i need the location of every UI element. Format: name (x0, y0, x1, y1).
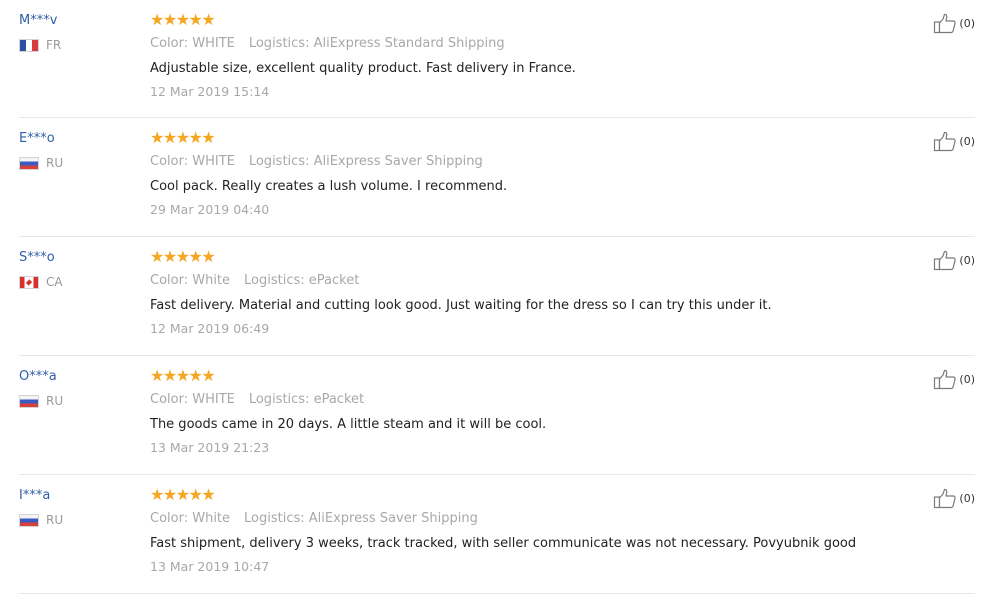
star-rating: ★ ★ ★ ★ ★ (150, 130, 910, 146)
star-rating: ★ ★ ★ ★ ★ (150, 487, 910, 503)
review-date: 12 Mar 2019 15:14 (150, 84, 270, 99)
helpful-button[interactable]: (0) (933, 13, 975, 34)
review-date: 13 Mar 2019 21:23 (150, 440, 270, 455)
helpful-count: (0) (959, 134, 975, 148)
review-meta: Color: WHITE Logistics: AliExpress Saver … (150, 153, 910, 170)
star-icon: ★ (201, 366, 216, 385)
logistics-info: Logistics: AliExpress Standard Shipping (248, 36, 505, 51)
reviewer-country: FR (19, 38, 139, 52)
country-code: RU (46, 156, 64, 170)
product-color: Color: WHITE (150, 392, 235, 407)
helpful-count: (0) (959, 253, 975, 267)
review-text: Cool pack. Really creates a lush volume.… (150, 179, 508, 194)
helpful-count: (0) (959, 491, 975, 505)
star-icon: ★ (201, 128, 216, 147)
helpful-button[interactable]: (0) (933, 131, 975, 152)
helpful-count: (0) (959, 16, 975, 30)
thumbs-up-icon (934, 13, 957, 34)
reviewer-name[interactable]: O***a (19, 368, 139, 385)
reviewer-info: O***a RU (19, 368, 139, 408)
review-item: I***a RU ★ ★ ★ ★ ★ Color: White Logistics: Al… (19, 475, 975, 594)
product-color: Color: WHITE (150, 154, 235, 169)
review-item: S***o CA ★ ★ ★ ★ ★ Color: White Logistics: eP… (19, 237, 975, 356)
review-item: O***a RU ★ ★ ★ ★ ★ Color: WHITE Logistics: eP… (19, 356, 975, 475)
logistics-info: Logistics: AliExpress Saver Shipping (244, 511, 478, 526)
france-flag-icon (19, 38, 39, 52)
review-item: M***v FR ★ ★ ★ ★ ★ Color: WHITE Logistics: Al… (19, 0, 975, 118)
russia-flag-icon (19, 513, 39, 527)
review-text: Adjustable size, excellent quality produ… (150, 61, 576, 76)
country-code: FR (46, 38, 62, 52)
product-color: Color: WHITE (150, 36, 235, 51)
thumbs-up-icon (934, 488, 957, 509)
review-date: 13 Mar 2019 10:47 (150, 559, 270, 574)
reviewer-country: RU (19, 394, 139, 408)
star-icon: ★ (201, 10, 216, 29)
thumbs-up-icon (934, 250, 957, 271)
logistics-info: Logistics: ePacket (244, 273, 360, 288)
reviewer-name[interactable]: S***o (19, 249, 139, 266)
review-content: ★ ★ ★ ★ ★ Color: WHITE Logistics: ePacket The… (150, 368, 910, 456)
review-text: The goods came in 20 days. A little stea… (150, 417, 547, 432)
country-code: CA (46, 275, 63, 289)
canada-flag-icon (19, 275, 39, 289)
review-text: Fast delivery. Material and cutting look… (150, 298, 772, 313)
russia-flag-icon (19, 156, 39, 170)
reviewer-info: M***v FR (19, 12, 139, 52)
helpful-button[interactable]: (0) (933, 488, 975, 509)
reviewer-name[interactable]: M***v (19, 12, 139, 29)
product-color: Color: White (150, 511, 231, 526)
helpful-count: (0) (959, 372, 975, 386)
review-content: ★ ★ ★ ★ ★ Color: WHITE Logistics: AliExpress … (150, 130, 910, 218)
review-content: ★ ★ ★ ★ ★ Color: WHITE Logistics: AliExpress … (150, 12, 910, 100)
review-meta: Color: White Logistics: AliExpress Saver … (150, 510, 910, 527)
review-text: Fast shipment, delivery 3 weeks, track t… (150, 536, 857, 551)
logistics-info: Logistics: AliExpress Saver Shipping (248, 154, 483, 169)
country-code: RU (46, 513, 64, 527)
review-date: 29 Mar 2019 04:40 (150, 202, 270, 217)
russia-flag-icon (19, 394, 39, 408)
star-rating: ★ ★ ★ ★ ★ (150, 368, 910, 384)
star-icon: ★ (201, 247, 216, 266)
logistics-info: Logistics: ePacket (248, 392, 365, 407)
helpful-button[interactable]: (0) (933, 250, 975, 271)
review-list: M***v FR ★ ★ ★ ★ ★ Color: WHITE Logistics: Al… (0, 0, 1000, 598)
reviewer-name[interactable]: I***a (19, 487, 139, 504)
review-meta: Color: WHITE Logistics: ePacket (150, 391, 910, 408)
country-code: RU (46, 394, 64, 408)
review-meta: Color: WHITE Logistics: AliExpress Standa… (150, 35, 910, 52)
reviewer-info: I***a RU (19, 487, 139, 527)
reviewer-info: S***o CA (19, 249, 139, 289)
reviewer-info: E***o RU (19, 130, 139, 170)
review-content: ★ ★ ★ ★ ★ Color: White Logistics: ePacket Fas… (150, 249, 910, 337)
review-item: E***o RU ★ ★ ★ ★ ★ Color: WHITE Logistics: Al… (19, 118, 975, 237)
thumbs-up-icon (934, 131, 957, 152)
review-meta: Color: White Logistics: ePacket (150, 272, 910, 289)
reviewer-country: RU (19, 156, 139, 170)
reviewer-country: RU (19, 513, 139, 527)
star-rating: ★ ★ ★ ★ ★ (150, 12, 910, 28)
star-icon: ★ (201, 485, 216, 504)
product-color: Color: White (150, 273, 231, 288)
review-date: 12 Mar 2019 06:49 (150, 321, 270, 336)
thumbs-up-icon (934, 369, 957, 390)
star-rating: ★ ★ ★ ★ ★ (150, 249, 910, 265)
reviewer-country: CA (19, 275, 139, 289)
reviewer-name[interactable]: E***o (19, 130, 139, 147)
review-content: ★ ★ ★ ★ ★ Color: White Logistics: AliExpress … (150, 487, 910, 575)
helpful-button[interactable]: (0) (933, 369, 975, 390)
